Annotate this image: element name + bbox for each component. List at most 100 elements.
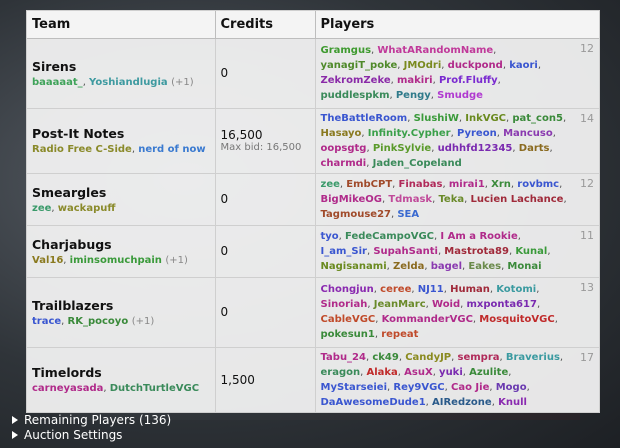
player-name[interactable]: Azulite bbox=[469, 367, 508, 378]
owner-name[interactable]: Radio Free C-Side bbox=[32, 144, 132, 155]
player-name[interactable]: kaori bbox=[509, 60, 538, 71]
player-name[interactable]: PinkSylvie bbox=[373, 143, 431, 154]
player-name[interactable]: sempra bbox=[458, 352, 500, 363]
player-name[interactable]: EmbCPT bbox=[346, 179, 392, 190]
player-name[interactable]: yuki bbox=[439, 367, 463, 378]
player-name[interactable]: Cao Jie bbox=[451, 382, 489, 393]
player-name[interactable]: Knull bbox=[498, 397, 527, 408]
player-name[interactable]: Gramgus bbox=[321, 45, 372, 56]
player-name[interactable]: SupahSanti bbox=[373, 246, 438, 257]
player-name[interactable]: Kunal bbox=[515, 246, 547, 257]
player-name[interactable]: zee bbox=[321, 179, 340, 190]
owner-name[interactable]: carneyasada bbox=[32, 383, 103, 394]
player-name[interactable]: Jaden_Copeland bbox=[373, 158, 462, 169]
owner-name[interactable]: wackapuff bbox=[58, 203, 116, 214]
player-name[interactable]: Tdmask bbox=[388, 194, 432, 205]
player-name[interactable]: repeat bbox=[381, 329, 418, 340]
player-name[interactable]: Chongjun bbox=[321, 284, 374, 295]
player-name[interactable]: CandyJP bbox=[405, 352, 451, 363]
owner-name[interactable]: iminsomuchpain bbox=[70, 255, 162, 266]
player-name[interactable]: NJ11 bbox=[418, 284, 444, 295]
player-name[interactable]: CableVGC bbox=[321, 314, 376, 325]
player-name[interactable]: FedeCampoVGC bbox=[345, 231, 434, 242]
player-name[interactable]: Infinity.Cypher bbox=[368, 128, 451, 139]
player-name[interactable]: Pengy bbox=[396, 90, 431, 101]
player-name[interactable]: MyStarseiei bbox=[321, 382, 388, 393]
player-name[interactable]: I_am_Sir bbox=[321, 246, 367, 257]
player-name[interactable]: pokesun1 bbox=[321, 329, 375, 340]
player-name[interactable]: Rey9VGC bbox=[393, 382, 444, 393]
player-count: 11 bbox=[580, 228, 594, 242]
player-name[interactable]: Mastrota89 bbox=[444, 246, 509, 257]
player-name[interactable]: Monai bbox=[507, 261, 541, 272]
owner-name[interactable]: baaaaat_ bbox=[32, 77, 83, 88]
player-name[interactable]: Alaka bbox=[366, 367, 397, 378]
player-name[interactable]: Eakes bbox=[468, 261, 501, 272]
remaining-players-toggle[interactable]: Remaining Players (136) bbox=[12, 413, 171, 427]
player-name[interactable]: DaAwesomeDude1 bbox=[321, 397, 426, 408]
player-name[interactable]: Zelda bbox=[393, 261, 424, 272]
player-name[interactable]: Tagmouse27 bbox=[321, 209, 392, 220]
auction-settings-toggle[interactable]: Auction Settings bbox=[12, 428, 122, 442]
player-name[interactable]: ceree bbox=[380, 284, 411, 295]
player-name[interactable]: puddlespkm bbox=[321, 90, 390, 101]
player-name[interactable]: Teka bbox=[438, 194, 464, 205]
player-name[interactable]: AsuX bbox=[404, 367, 433, 378]
player-name[interactable]: TheBattleRoom bbox=[321, 113, 408, 124]
player-name[interactable]: Sinoriah bbox=[321, 299, 368, 310]
player-name[interactable]: Hasayo bbox=[321, 128, 362, 139]
owner-name[interactable]: Val16 bbox=[32, 255, 63, 266]
player-name[interactable]: Finabas bbox=[399, 179, 443, 190]
separator: , bbox=[497, 75, 501, 86]
player-name[interactable]: bagel bbox=[431, 261, 462, 272]
player-name[interactable]: I Am a Rookie bbox=[440, 231, 517, 242]
owner-name[interactable]: zee bbox=[32, 203, 51, 214]
player-name[interactable]: mxponta617 bbox=[467, 299, 537, 310]
player-name[interactable]: duckpond bbox=[448, 60, 503, 71]
player-name[interactable]: Human bbox=[450, 284, 490, 295]
team-cell: Charjabugs Val16, iminsomuchpain (+1) bbox=[27, 225, 216, 278]
player-name[interactable]: mirai1 bbox=[449, 179, 485, 190]
owner-name[interactable]: RK_pocoyo bbox=[68, 316, 129, 327]
player-name[interactable]: SEA bbox=[397, 209, 419, 220]
player-name[interactable]: Xrn bbox=[491, 179, 511, 190]
players-cell: 11 tyo, FedeCampoVGC, I Am a Rookie, I_am… bbox=[315, 225, 599, 278]
player-name[interactable]: Pyreon bbox=[457, 128, 497, 139]
player-name[interactable]: Tabu_24 bbox=[321, 352, 366, 363]
player-name[interactable]: Nagisanami bbox=[321, 261, 387, 272]
player-name[interactable]: charmdi bbox=[321, 158, 367, 169]
player-name[interactable]: Mancuso bbox=[503, 128, 553, 139]
player-name[interactable]: eragon bbox=[321, 367, 361, 378]
player-name[interactable]: ZekromZeke bbox=[321, 75, 391, 86]
player-name[interactable]: Prof.Fluffy bbox=[439, 75, 498, 86]
player-name[interactable]: Darts bbox=[519, 143, 550, 154]
owner-name[interactable]: DutchTurtleVGC bbox=[110, 383, 199, 394]
owner-name[interactable]: nerd of now bbox=[138, 144, 205, 155]
player-name[interactable]: oopsgtg bbox=[321, 143, 367, 154]
player-name[interactable]: makiri bbox=[397, 75, 433, 86]
player-name[interactable]: JMOdri bbox=[404, 60, 442, 71]
player-name[interactable]: tyo bbox=[321, 231, 339, 242]
player-name[interactable]: KommanderVGC bbox=[382, 314, 473, 325]
player-name[interactable]: Smudge bbox=[437, 90, 483, 101]
player-name[interactable]: yanagiT_poke bbox=[321, 60, 398, 71]
separator: , bbox=[559, 351, 564, 363]
player-name[interactable]: AIRedzone bbox=[432, 397, 492, 408]
player-name[interactable]: InkVGC bbox=[465, 113, 506, 124]
owner-name[interactable]: trace bbox=[32, 316, 61, 327]
player-name[interactable]: Mogo bbox=[496, 382, 527, 393]
player-name[interactable]: Woid bbox=[432, 299, 460, 310]
player-name[interactable]: JeanMarc bbox=[374, 299, 426, 310]
player-name[interactable]: MosquitoVGC bbox=[479, 314, 554, 325]
player-name[interactable]: SlushiW bbox=[414, 113, 459, 124]
player-name[interactable]: Kotomi bbox=[496, 284, 536, 295]
player-name[interactable]: udhhfd12345 bbox=[438, 143, 513, 154]
player-name[interactable]: ck49 bbox=[372, 352, 399, 363]
player-name[interactable]: Braverius bbox=[506, 352, 560, 363]
owner-name[interactable]: Yoshiandlugia bbox=[89, 77, 168, 88]
player-name[interactable]: pat_con5 bbox=[512, 113, 563, 124]
player-name[interactable]: BigMikeOG bbox=[321, 194, 382, 205]
player-name[interactable]: rovbmc bbox=[517, 179, 559, 190]
player-name[interactable]: WhatARandomName bbox=[377, 45, 493, 56]
player-name[interactable]: Lucien Lachance bbox=[470, 194, 563, 205]
